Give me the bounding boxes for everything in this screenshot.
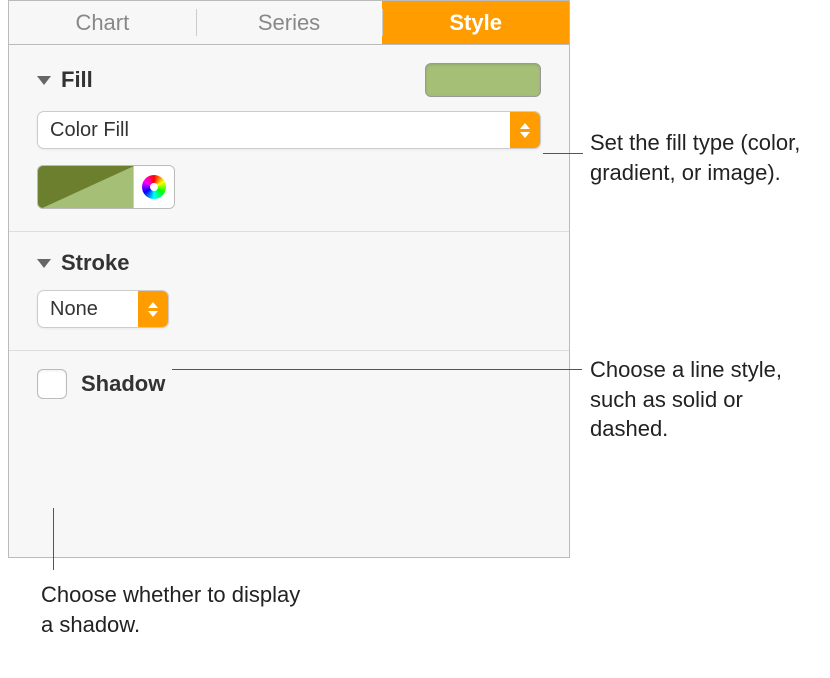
fill-title: Fill: [61, 67, 93, 93]
stroke-disclosure-group[interactable]: Stroke: [37, 250, 129, 276]
tab-label: Chart: [75, 10, 129, 36]
callout-leader-line: [543, 153, 583, 154]
stroke-style-dropdown[interactable]: None: [37, 290, 169, 328]
tab-style[interactable]: Style: [382, 1, 569, 44]
color-picker-button[interactable]: [133, 166, 174, 208]
tab-chart[interactable]: Chart: [9, 1, 196, 44]
stroke-title: Stroke: [61, 250, 129, 276]
shadow-title: Shadow: [81, 371, 165, 397]
chevron-down-icon: [37, 76, 51, 85]
stroke-header: Stroke: [37, 250, 541, 276]
fill-type-value: Color Fill: [38, 119, 510, 142]
chevron-down-icon: [37, 259, 51, 268]
fill-type-dropdown[interactable]: Color Fill: [37, 111, 541, 149]
fill-color-well[interactable]: [425, 63, 541, 97]
callout-fill-type: Set the fill type (color, gradient, or i…: [590, 128, 820, 187]
fill-header: Fill: [37, 63, 541, 97]
tab-series[interactable]: Series: [196, 1, 383, 44]
callout-leader-line: [53, 508, 54, 570]
callout-stroke-style: Choose a line style, such as solid or da…: [590, 355, 825, 444]
shadow-section: Shadow: [9, 351, 569, 421]
tab-label: Style: [449, 10, 502, 36]
stroke-section: Stroke None: [9, 232, 569, 351]
shadow-checkbox-row: Shadow: [37, 369, 541, 399]
tab-label: Series: [258, 10, 320, 36]
stepper-arrows-icon: [510, 112, 540, 148]
shadow-checkbox[interactable]: [37, 369, 67, 399]
inspector-panel: Chart Series Style Fill Color Fill: [8, 0, 570, 558]
gradient-swatch[interactable]: [38, 166, 133, 208]
fill-disclosure-group[interactable]: Fill: [37, 67, 93, 93]
callout-leader-line: [172, 369, 582, 370]
fill-section: Fill Color Fill: [9, 45, 569, 232]
stroke-style-value: None: [38, 298, 138, 321]
color-wheel-icon: [142, 175, 166, 199]
stepper-arrows-icon: [138, 291, 168, 327]
tab-bar: Chart Series Style: [9, 1, 569, 45]
callout-shadow-display: Choose whether to display a shadow.: [41, 580, 301, 639]
fill-color-swatch: [37, 165, 175, 209]
